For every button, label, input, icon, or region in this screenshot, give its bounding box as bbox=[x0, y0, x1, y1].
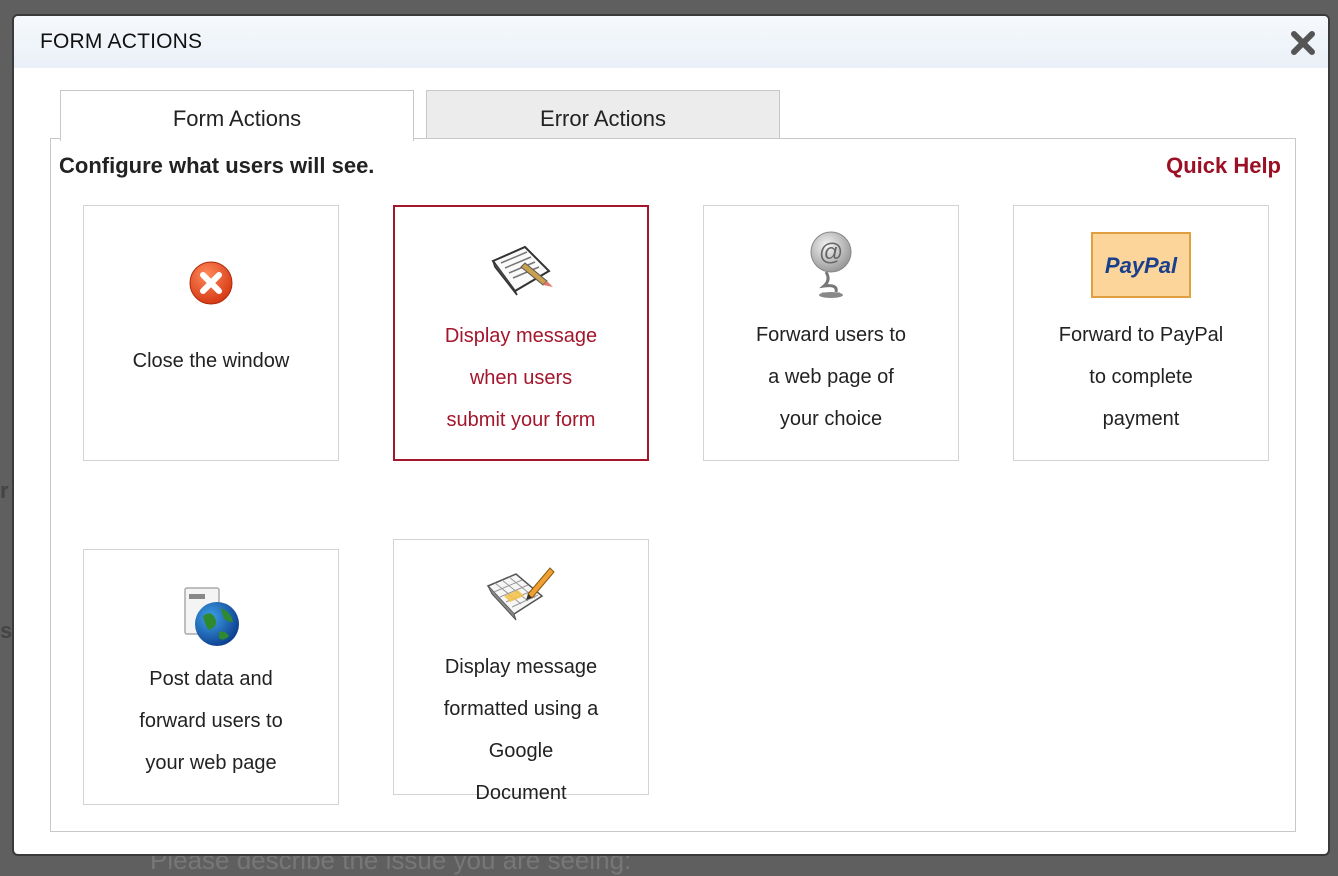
card-label: Google bbox=[488, 740, 554, 762]
action-card-close-window[interactable]: Close the window bbox=[83, 205, 339, 461]
action-card-paypal[interactable]: PayPal Forward to PayPal to complete pay… bbox=[1013, 205, 1269, 461]
svg-text:@: @ bbox=[819, 239, 843, 266]
card-label: Display message bbox=[444, 656, 598, 678]
close-circle-icon bbox=[188, 260, 234, 311]
card-label: your choice bbox=[779, 408, 883, 430]
spreadsheet-pencil-icon bbox=[484, 564, 558, 635]
dialog-title: FORM ACTIONS bbox=[40, 30, 203, 53]
card-label: when users bbox=[469, 367, 573, 389]
card-label: Post data and bbox=[149, 668, 273, 690]
card-label: Document bbox=[475, 782, 567, 804]
globe-document-icon bbox=[179, 586, 243, 653]
form-actions-dialog: FORM ACTIONS Form Actions Error Actions … bbox=[12, 14, 1330, 856]
card-label: Display message bbox=[444, 325, 598, 347]
background-fragment: r bbox=[0, 478, 9, 503]
card-label: Forward users to bbox=[755, 324, 907, 346]
card-label: payment bbox=[1102, 408, 1180, 430]
card-label: Close the window bbox=[132, 350, 290, 372]
action-card-display-message[interactable]: Display message when users submit your f… bbox=[393, 205, 649, 461]
close-icon[interactable] bbox=[1288, 28, 1318, 58]
card-label: Forward to PayPal bbox=[1058, 324, 1224, 346]
action-card-post-data[interactable]: Post data and forward users to your web … bbox=[83, 549, 339, 805]
panel-heading: Configure what users will see. bbox=[59, 153, 375, 178]
background-fragment: s bbox=[0, 618, 13, 643]
notepad-pencil-icon bbox=[485, 241, 557, 302]
card-label: formatted using a bbox=[443, 698, 599, 720]
tab-error-actions[interactable]: Error Actions bbox=[426, 90, 780, 140]
email-at-icon: @ bbox=[808, 228, 854, 305]
action-card-forward-web-page[interactable]: @ Forward users to a web page of your ch… bbox=[703, 205, 959, 461]
card-label: a web page of bbox=[768, 366, 894, 388]
card-label: to complete bbox=[1089, 366, 1193, 388]
tab-form-actions[interactable]: Form Actions bbox=[60, 90, 414, 141]
action-card-google-document[interactable]: Display message formatted using a Google… bbox=[393, 539, 649, 804]
card-label: forward users to bbox=[139, 710, 283, 732]
form-actions-panel: Configure what users will see. Quick Hel… bbox=[50, 138, 1296, 832]
paypal-icon: PayPal bbox=[1091, 232, 1191, 305]
card-label: submit your form bbox=[446, 409, 596, 431]
paypal-logo-text: PayPal bbox=[1105, 253, 1178, 278]
dialog-header: FORM ACTIONS bbox=[14, 16, 1328, 68]
card-label: your web page bbox=[145, 752, 277, 774]
quick-help-link[interactable]: Quick Help bbox=[1166, 153, 1281, 179]
